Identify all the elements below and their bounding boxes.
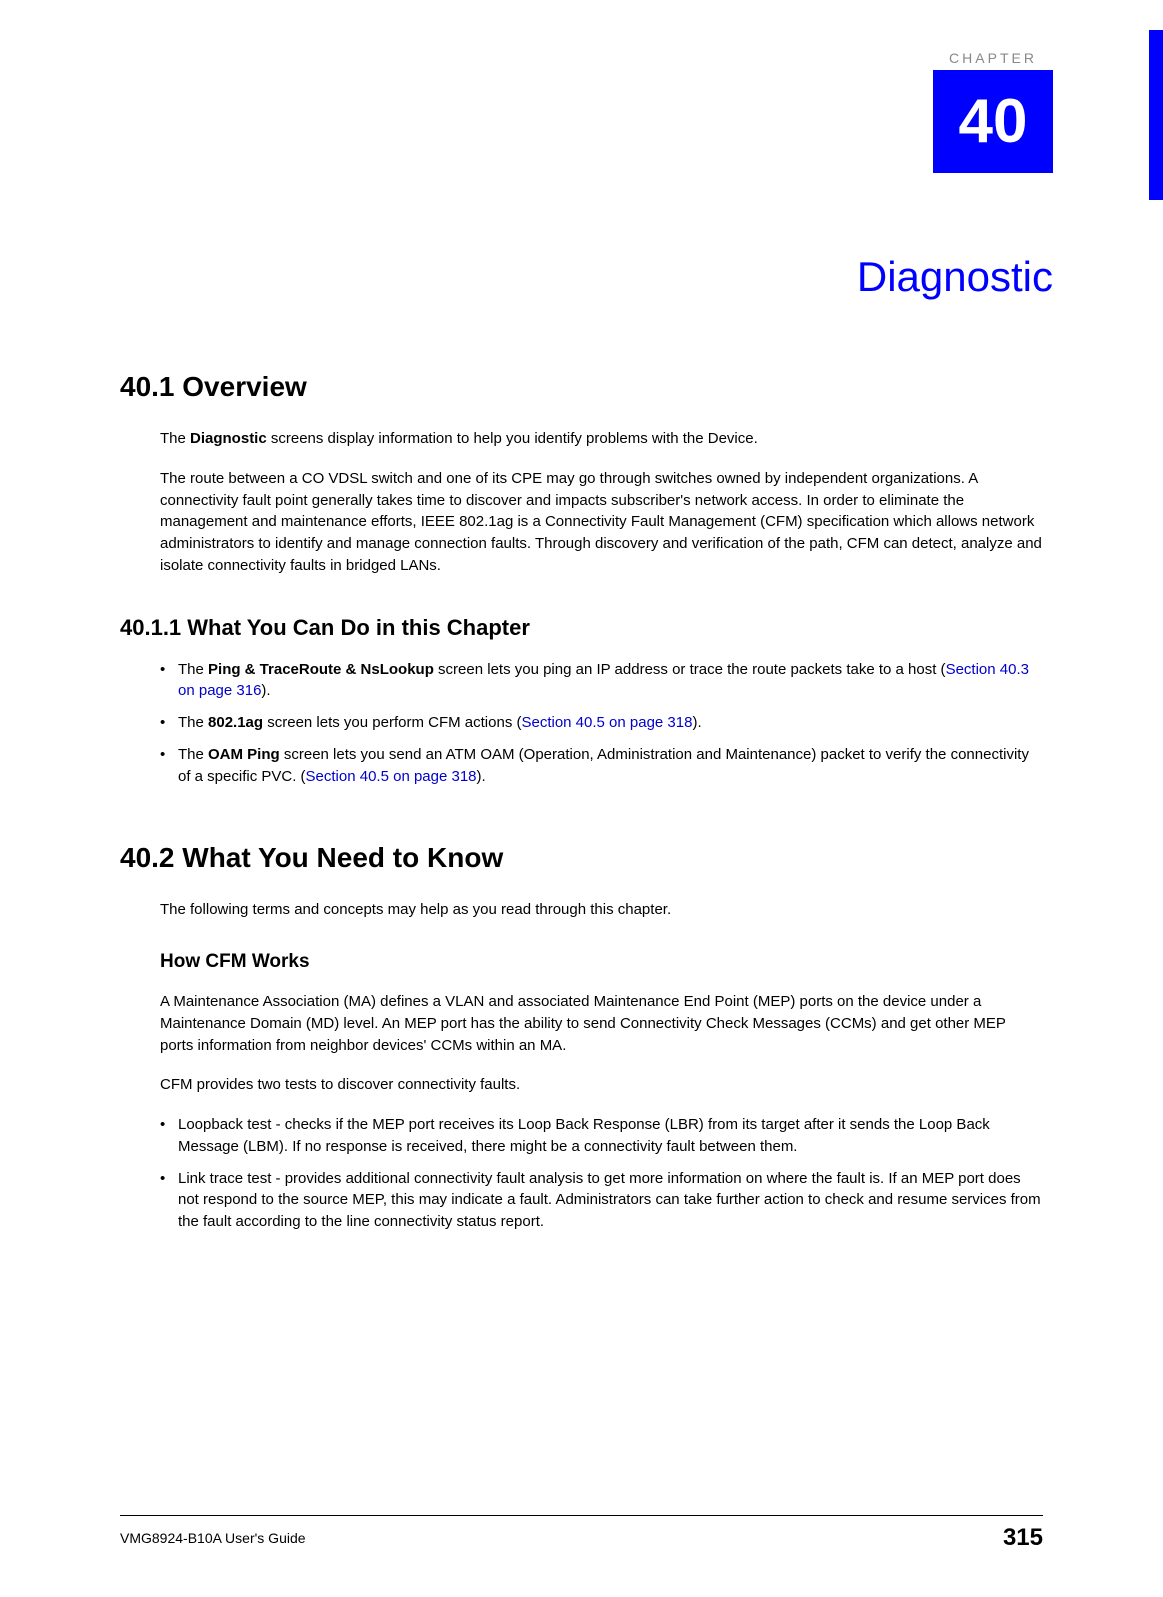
chapter-number: 40 [933,70,1053,173]
footer-page-number: 315 [1003,1524,1043,1552]
chapter-label: CHAPTER [933,50,1053,66]
text-segment: ). [261,682,270,699]
overview-para-1: The Diagnostic screens display informati… [160,428,1043,450]
chapter-header: CHAPTER 40 [120,50,1043,173]
text-segment: The [178,746,208,763]
text-segment: ). [477,768,486,785]
list-item: Link trace test - provides additional co… [160,1168,1043,1233]
section-heading-need-to-know: 40.2 What You Need to Know [120,842,1043,874]
list-item: Loopback test - checks if the MEP port r… [160,1114,1043,1158]
section-heading-overview: 40.1 Overview [120,371,1043,403]
bold-term: Ping & TraceRoute & NsLookup [208,661,434,678]
cfm-tests-list: Loopback test - checks if the MEP port r… [160,1114,1043,1233]
list-item: The 802.1ag screen lets you perform CFM … [160,712,1043,734]
page-container: CHAPTER 40 Diagnostic 40.1 Overview The … [0,0,1163,1597]
cross-reference-link[interactable]: Section 40.5 on page 318 [306,768,477,785]
list-item: The Ping & TraceRoute & NsLookup screen … [160,659,1043,703]
cfm-para-1: A Maintenance Association (MA) defines a… [160,991,1043,1056]
overview-para-2: The route between a CO VDSL switch and o… [160,468,1043,577]
need-to-know-intro: The following terms and concepts may hel… [160,899,1043,921]
footer-guide-name: VMG8924-B10A User's Guide [120,1530,306,1546]
text-segment: The [178,661,208,678]
text-segment: ). [692,714,701,731]
bold-term: 802.1ag [208,714,263,731]
text-segment: screens display information to help you … [267,430,758,447]
text-segment: screen lets you ping an IP address or tr… [434,661,946,678]
chapter-title: Diagnostic [120,253,1053,301]
list-item: The OAM Ping screen lets you send an ATM… [160,744,1043,788]
bold-term: OAM Ping [208,746,280,763]
cfm-para-2: CFM provides two tests to discover conne… [160,1074,1043,1096]
text-segment: screen lets you perform CFM actions ( [263,714,521,731]
cross-reference-link[interactable]: Section 40.5 on page 318 [521,714,692,731]
text-segment: The [160,430,190,447]
subheading-cfm-works: How CFM Works [160,951,1043,973]
what-can-do-list: The Ping & TraceRoute & NsLookup screen … [160,659,1043,788]
text-segment: The [178,714,208,731]
page-footer: VMG8924-B10A User's Guide 315 [120,1515,1043,1552]
subsection-heading-what-can-do: 40.1.1 What You Can Do in this Chapter [120,615,1043,641]
bold-term-diagnostic: Diagnostic [190,430,267,447]
